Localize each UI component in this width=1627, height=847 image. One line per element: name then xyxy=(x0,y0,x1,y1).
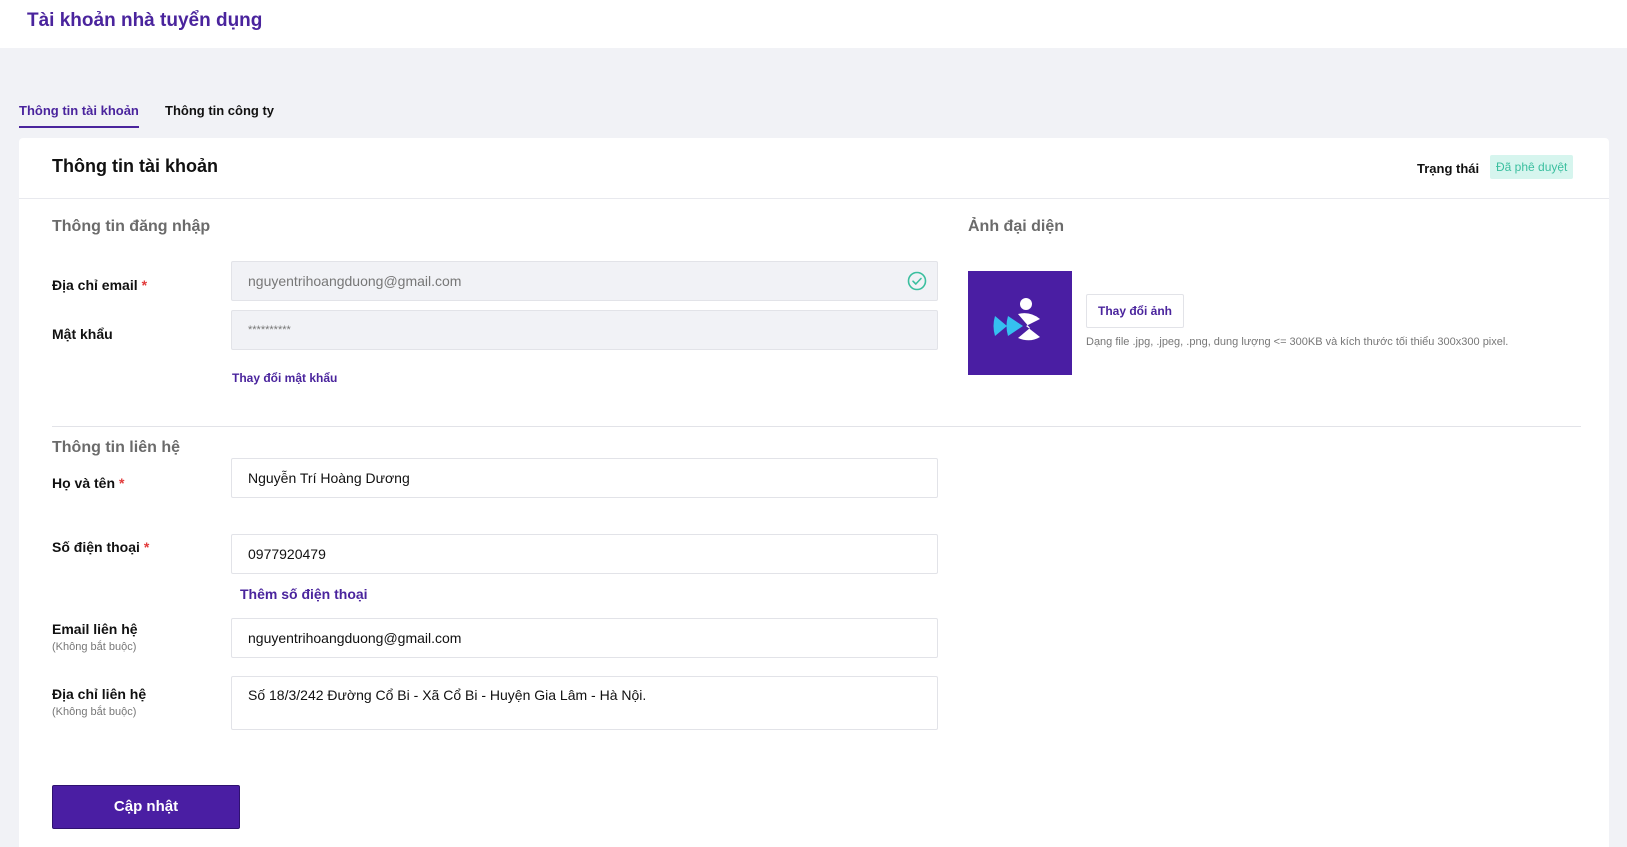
email-label: Địa chỉ email * xyxy=(52,277,147,293)
verified-check-icon xyxy=(907,271,927,291)
card-title: Thông tin tài khoản xyxy=(52,156,218,176)
top-bar: Tài khoản nhà tuyển dụng xyxy=(0,0,1627,48)
required-mark: * xyxy=(141,277,148,293)
phone-label: Số điện thoại * xyxy=(52,539,149,555)
email-field[interactable]: nguyentrihoangduong@gmail.com xyxy=(231,261,938,301)
contact-email-optional: (Không bắt buộc) xyxy=(52,641,137,653)
name-label: Họ và tên * xyxy=(52,475,124,491)
account-card: Thông tin tài khoản Trạng thái Đã phê du… xyxy=(19,138,1609,847)
phone-label-text: Số điện thoại xyxy=(52,539,140,555)
contact-email-input[interactable]: nguyentrihoangduong@gmail.com xyxy=(231,618,938,658)
photo-hint: Dạng file .jpg, .jpeg, .png, dung lượng … xyxy=(1086,336,1509,348)
address-textarea[interactable]: Số 18/3/242 Đường Cổ Bi - Xã Cổ Bi - Huy… xyxy=(231,676,938,730)
update-button[interactable]: Cập nhật xyxy=(52,785,240,829)
email-label-text: Địa chỉ email xyxy=(52,277,138,293)
password-label: Mật khẩu xyxy=(52,326,113,342)
status-label: Trạng thái xyxy=(1417,161,1480,176)
contact-email-label: Email liên hệ xyxy=(52,621,138,637)
tab-company-info[interactable]: Thông tin công ty xyxy=(165,103,274,126)
email-field-value: nguyentrihoangduong@gmail.com xyxy=(248,273,462,289)
change-photo-button[interactable]: Thay đổi ảnh xyxy=(1086,294,1185,328)
required-mark: * xyxy=(119,475,125,491)
address-optional: (Không bắt buộc) xyxy=(52,706,137,718)
card-header: Thông tin tài khoản Trạng thái Đã phê du… xyxy=(19,138,1609,199)
address-label: Địa chỉ liên hệ xyxy=(52,686,147,702)
tab-account-info[interactable]: Thông tin tài khoản xyxy=(19,103,139,128)
full-name-input[interactable]: Nguyễn Trí Hoàng Dương xyxy=(231,458,938,498)
contact-section-title: Thông tin liên hệ xyxy=(52,439,180,456)
brand-logo-icon xyxy=(993,298,1040,341)
avatar xyxy=(968,271,1072,375)
page-title: Tài khoản nhà tuyển dụng xyxy=(27,10,263,31)
required-mark: * xyxy=(143,539,150,555)
login-section-title: Thông tin đăng nhập xyxy=(52,218,211,235)
add-phone-link[interactable]: Thêm số điện thoại xyxy=(240,586,368,602)
name-label-text: Họ và tên xyxy=(52,475,116,491)
avatar-section-title: Ảnh đại diện xyxy=(968,218,1064,235)
section-divider xyxy=(52,426,1581,427)
change-password-link[interactable]: Thay đổi mật khẩu xyxy=(232,371,337,385)
password-field[interactable]: ********** xyxy=(231,310,938,350)
status-badge: Đã phê duyệt xyxy=(1490,155,1574,179)
phone-input[interactable]: 0977920479 xyxy=(231,534,938,574)
